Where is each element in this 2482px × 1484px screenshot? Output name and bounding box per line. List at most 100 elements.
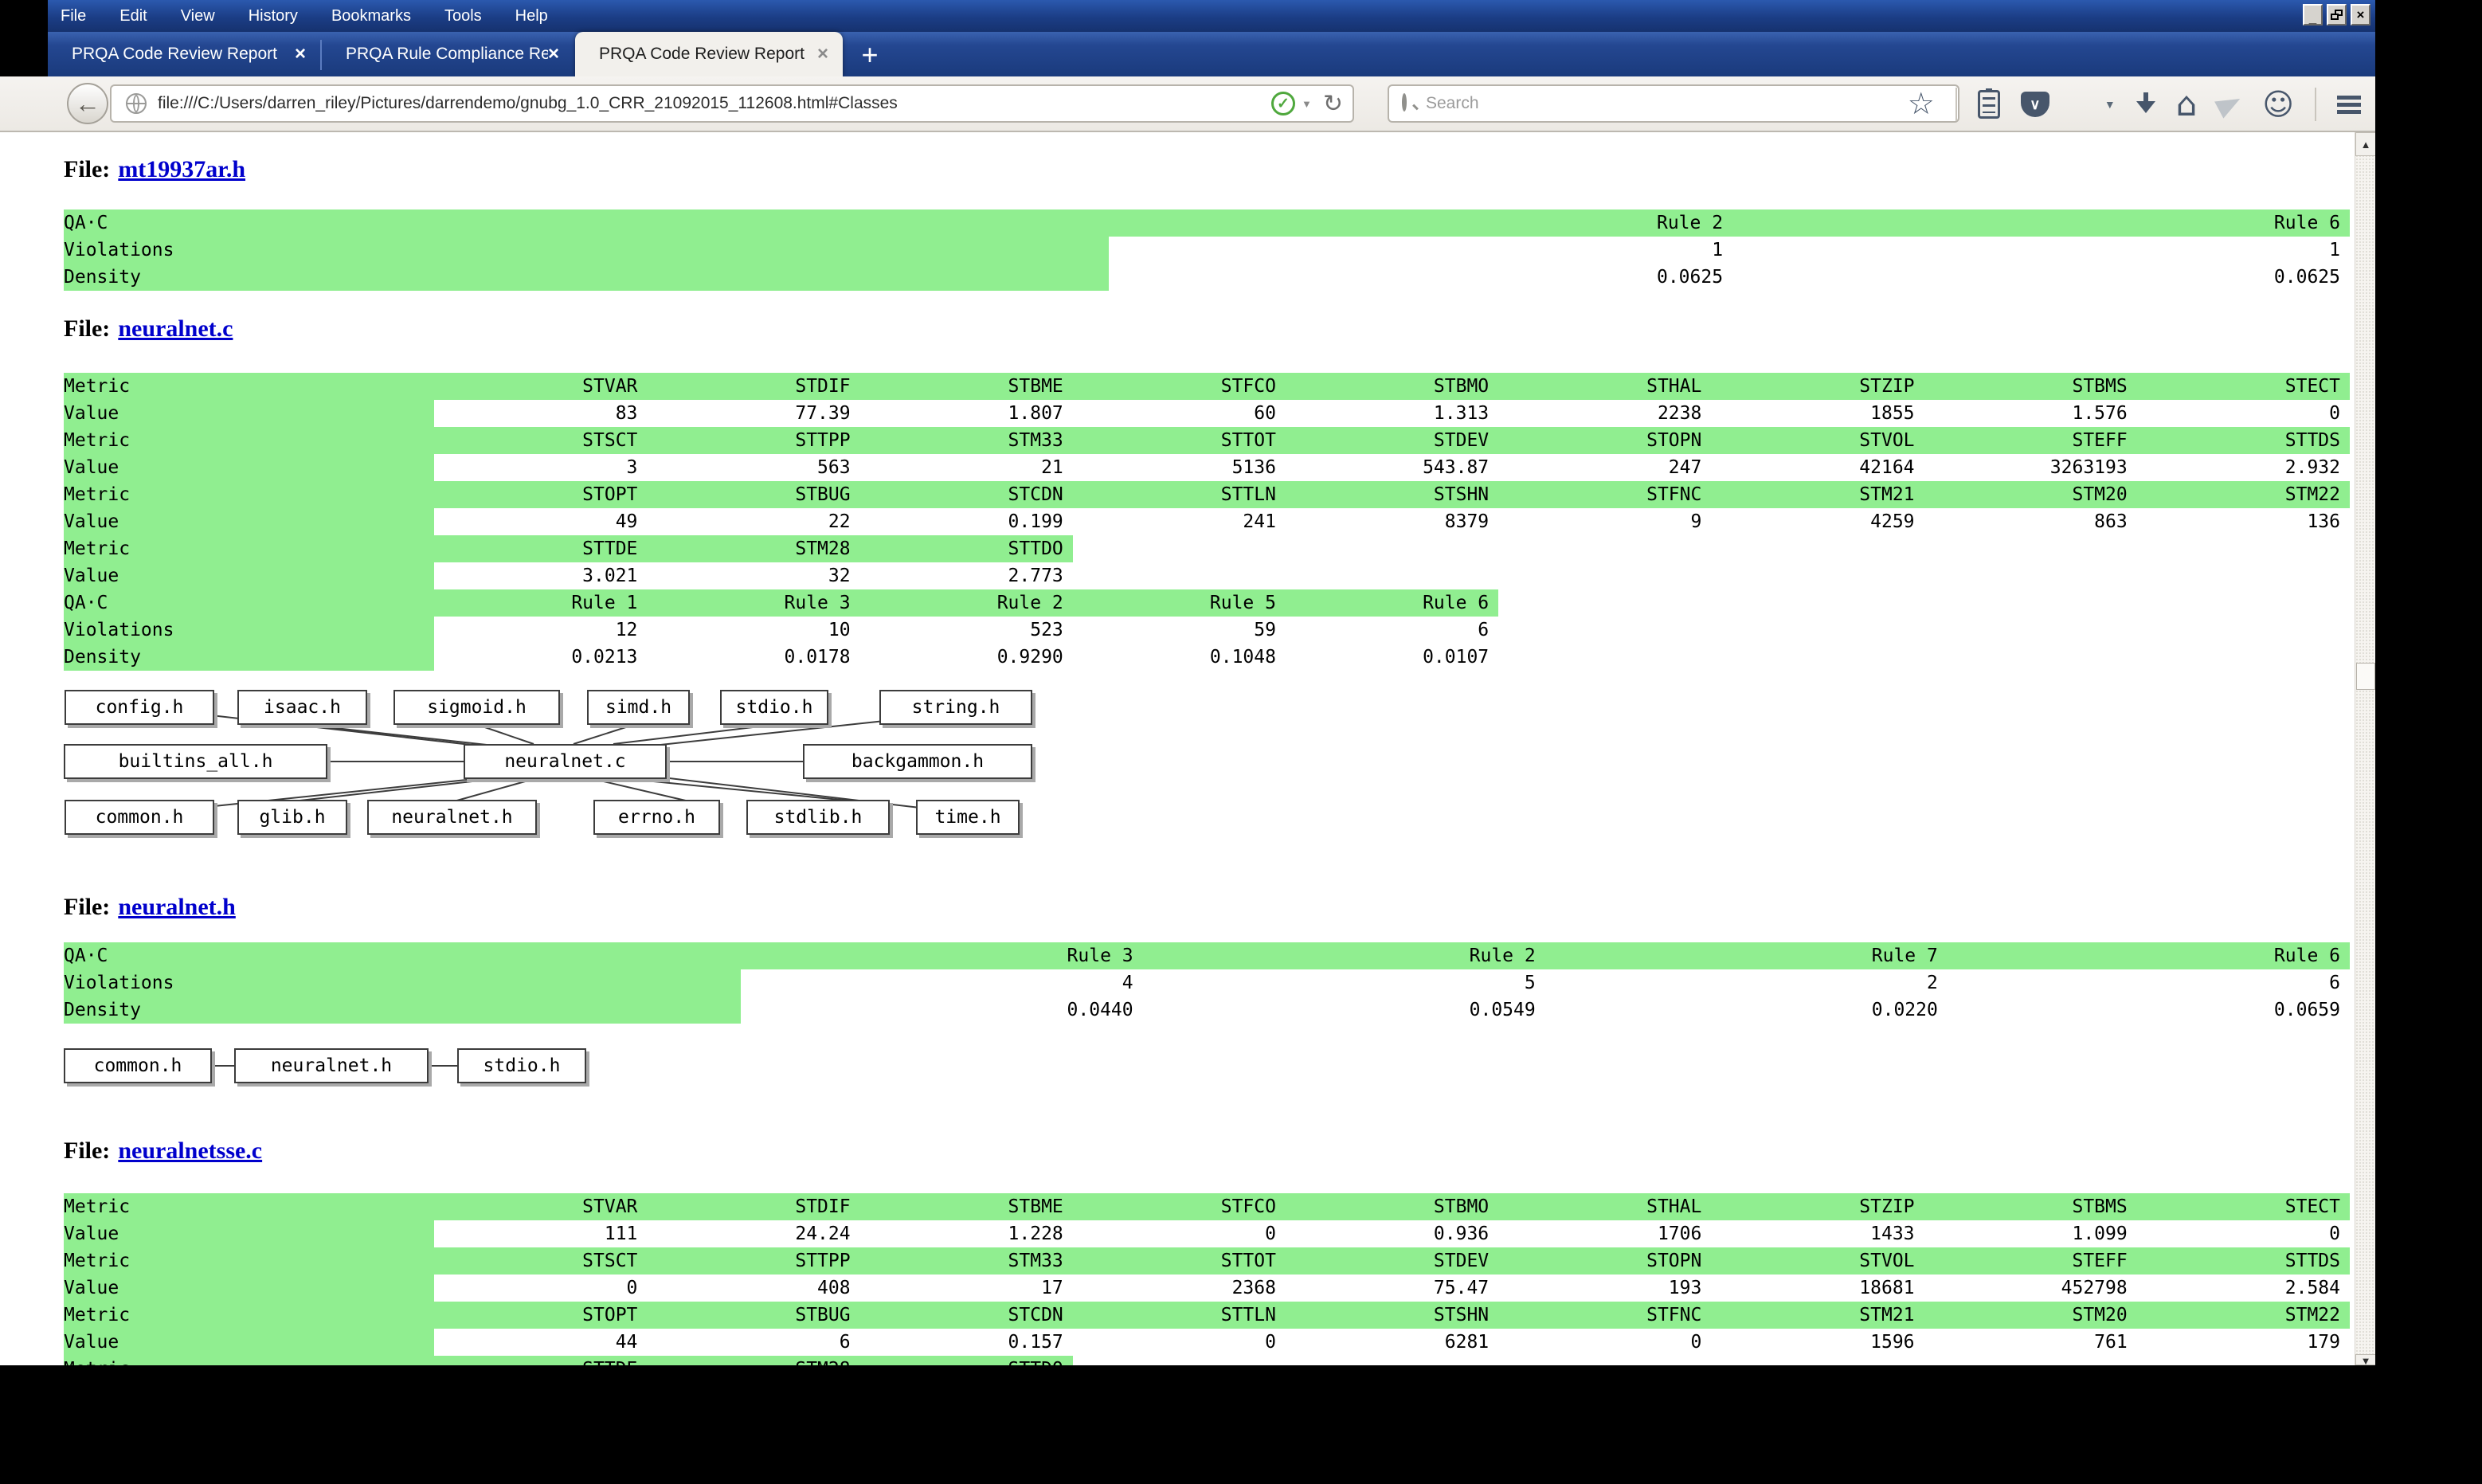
file-link-mt19937ar[interactable]: mt19937ar.h [118, 156, 245, 182]
menu-view[interactable]: View [181, 7, 215, 25]
table-row: Violations1210523596 [64, 617, 2350, 644]
address-bar[interactable]: file:///C:/Users/darren_riley/Pictures/d… [110, 84, 1354, 123]
scrollbar-thumb[interactable] [2356, 663, 2375, 690]
back-button[interactable]: ← [67, 83, 108, 124]
empty-cell [2137, 617, 2350, 644]
metric-header-cell: STFCO [1073, 1193, 1286, 1220]
file-node-string-h[interactable]: string.h [879, 690, 1032, 725]
file-node-backgammon-h[interactable]: backgammon.h [803, 744, 1032, 779]
value-cell: 523 [860, 617, 1073, 644]
close-tab-icon[interactable]: × [817, 45, 828, 64]
metric-header-cell: Rule 2 [1143, 942, 1545, 969]
value-cell: 0.936 [1286, 1220, 1498, 1247]
value-cell: 42164 [1711, 454, 1924, 481]
menu-file[interactable]: File [61, 7, 86, 25]
file-node-common-h[interactable]: common.h [64, 1048, 212, 1083]
file-node-time-h[interactable]: time.h [916, 800, 1020, 835]
search-box[interactable] [1388, 84, 1959, 123]
empty-cell [1924, 535, 2137, 562]
metric-header-cell: STOPT [434, 481, 647, 508]
vertical-scrollbar[interactable]: ▲ ▼ [2355, 132, 2375, 1365]
qac-table-neuralnet-h: QA·CRule 3Rule 2Rule 7Rule 6Violations45… [64, 942, 2350, 1024]
ssl-check-icon[interactable]: ✓ [1271, 92, 1295, 116]
tab-code-review-report-1[interactable]: PRQA Code Review Report × [48, 32, 320, 76]
close-button[interactable]: × [2351, 4, 2370, 25]
file-node-isaac-h[interactable]: isaac.h [237, 690, 367, 725]
downloads-icon[interactable] [2136, 92, 2155, 116]
empty-cell [1711, 1356, 1924, 1365]
metric-header-cell: STM22 [2137, 481, 2350, 508]
minimize-icon: _ [2309, 15, 2316, 24]
close-tab-icon[interactable]: × [548, 45, 559, 64]
file-node-sigmoid-h[interactable]: sigmoid.h [393, 690, 560, 725]
scroll-up-button[interactable]: ▲ [2355, 132, 2375, 156]
metric-header-cell: STTDO [860, 535, 1073, 562]
empty-cell [2137, 1356, 2350, 1365]
tab-rule-compliance-report[interactable]: PRQA Rule Compliance Report × [322, 32, 574, 76]
reading-list-icon[interactable] [1978, 90, 2000, 119]
value-cell: 2368 [1073, 1275, 1286, 1302]
file-node-builtins-all-h[interactable]: builtins_all.h [64, 744, 327, 779]
value-cell: 0.0549 [1143, 997, 1545, 1024]
empty-cell [1924, 562, 2137, 589]
close-icon: × [2357, 7, 2365, 23]
scroll-down-button[interactable]: ▼ [2355, 1354, 2375, 1365]
menu-help[interactable]: Help [515, 7, 548, 25]
file-node-common-h[interactable]: common.h [65, 800, 214, 835]
send-tab-icon[interactable] [2214, 90, 2245, 118]
pocket-icon[interactable]: ∨ [2021, 92, 2049, 117]
menu-bookmarks[interactable]: Bookmarks [331, 7, 411, 25]
dropdown-icon[interactable]: ▼ [1302, 98, 1312, 110]
file-link-neuralnetsse-c[interactable]: neuralnetsse.c [118, 1137, 262, 1164]
file-node-config-h[interactable]: config.h [65, 690, 214, 725]
row-label: QA·C [64, 589, 434, 617]
new-tab-button[interactable]: + [852, 38, 887, 72]
file-link-neuralnet-c[interactable]: neuralnet.c [118, 315, 233, 342]
bookmark-star-icon[interactable]: ☆ [1908, 89, 1935, 119]
file-node-neuralnet-h[interactable]: neuralnet.h [234, 1048, 429, 1083]
menu-hamburger-icon[interactable] [2337, 96, 2361, 100]
scroll-down-icon: ▼ [2361, 1355, 2371, 1365]
file-node-neuralnet-h[interactable]: neuralnet.h [367, 800, 537, 835]
file-node-simd-h[interactable]: simd.h [587, 690, 690, 725]
menu-history[interactable]: History [249, 7, 298, 25]
file-node-neuralnet-c[interactable]: neuralnet.c [464, 744, 667, 779]
screen-corner-artifact [0, 0, 48, 76]
toolbar-separator [2315, 88, 2316, 121]
restore-button[interactable] [2327, 4, 2347, 25]
url-text[interactable]: file:///C:/Users/darren_riley/Pictures/d… [158, 94, 1271, 113]
metric-header-cell: STOPN [1498, 1247, 1711, 1275]
table-row: Density0.04400.05490.02200.0659 [64, 997, 2350, 1024]
value-cell: 4259 [1711, 508, 1924, 535]
file-node-errno-h[interactable]: errno.h [593, 800, 720, 835]
apps-grid-icon[interactable] [2070, 92, 2095, 117]
file-node-glib-h[interactable]: glib.h [237, 800, 347, 835]
file-node-stdio-h[interactable]: stdio.h [457, 1048, 586, 1083]
file-node-stdio-h[interactable]: stdio.h [720, 690, 828, 725]
row-label: Value [64, 1329, 434, 1356]
metric-header-cell: Rule 3 [741, 942, 1143, 969]
metric-header-cell: STDEV [1286, 427, 1498, 454]
tab-code-review-report-active[interactable]: PRQA Code Review Report × [575, 32, 843, 76]
home-icon[interactable]: ⌂ [2176, 88, 2198, 120]
file-node-stdlib-h[interactable]: stdlib.h [746, 800, 890, 835]
metric-header-cell: STSCT [434, 1247, 647, 1275]
minimize-button[interactable]: _ [2303, 4, 2323, 25]
metric-header-cell: STBME [860, 373, 1073, 400]
table-row: Value3.021322.773 [64, 562, 2350, 589]
close-tab-icon[interactable]: × [295, 45, 306, 64]
row-label: Metric [64, 1193, 434, 1220]
menu-edit[interactable]: Edit [119, 7, 147, 25]
table-row: Violations4526 [64, 969, 2350, 997]
file-link-neuralnet-h[interactable]: neuralnet.h [118, 894, 236, 920]
row-label: Density [64, 644, 434, 671]
menu-tools[interactable]: Tools [444, 7, 482, 25]
search-input[interactable] [1426, 94, 1904, 113]
apps-dropdown-icon[interactable]: ▼ [2104, 98, 2116, 111]
value-cell: 32 [647, 562, 859, 589]
value-cell: 3.021 [434, 562, 647, 589]
value-cell: 761 [1924, 1329, 2137, 1356]
hello-smiley-icon[interactable]: ☺ [2262, 89, 2294, 119]
row-label: Metric [64, 1356, 434, 1365]
reload-icon[interactable]: ↻ [1323, 90, 1343, 118]
